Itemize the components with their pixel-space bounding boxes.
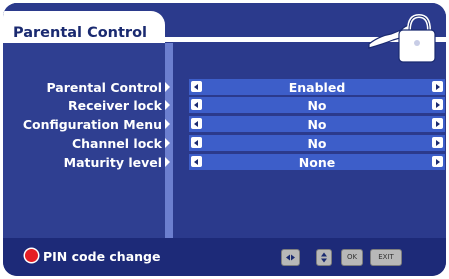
arrow-right-icon[interactable]	[432, 99, 443, 110]
setting-row-configuration-menu[interactable]: Configuration Menu No	[3, 116, 446, 133]
parental-control-screen: Parental Control Parental Control Enable…	[3, 3, 446, 276]
arrow-right-icon[interactable]	[432, 81, 443, 92]
red-button-icon[interactable]	[25, 249, 38, 262]
setting-value-field[interactable]: No	[189, 116, 445, 132]
arrow-right-icon[interactable]	[432, 156, 443, 167]
setting-value-field[interactable]: No	[189, 135, 445, 151]
setting-value-field[interactable]: No	[189, 97, 445, 113]
setting-value-field[interactable]: None	[189, 154, 445, 170]
up-down-keys-icon	[316, 249, 332, 266]
page-title: Parental Control	[13, 25, 148, 41]
setting-value: None	[298, 155, 336, 170]
row-pointer-icon	[165, 138, 170, 148]
setting-label: Receiver lock	[67, 98, 162, 113]
setting-value: No	[307, 136, 327, 151]
setting-label: Configuration Menu	[22, 117, 162, 132]
setting-value-field[interactable]: Enabled	[189, 79, 445, 95]
setting-row-parental-control[interactable]: Parental Control Enabled	[3, 79, 446, 96]
row-pointer-icon	[165, 157, 170, 167]
setting-row-receiver-lock[interactable]: Receiver lock No	[3, 97, 446, 114]
header-bar: Parental Control	[3, 3, 446, 63]
setting-label: Parental Control	[46, 80, 162, 95]
pin-change-label[interactable]: PIN code change	[43, 249, 160, 264]
setting-value: Enabled	[288, 80, 346, 95]
row-pointer-icon	[165, 82, 170, 92]
setting-row-channel-lock[interactable]: Channel lock No	[3, 135, 446, 152]
setting-label: Maturity level	[63, 155, 162, 170]
row-pointer-icon	[165, 100, 170, 110]
padlock-key-icon	[368, 13, 436, 63]
setting-row-maturity-level[interactable]: Maturity level None	[3, 154, 446, 171]
exit-key: EXIT	[370, 249, 402, 266]
setting-value: No	[307, 98, 327, 113]
row-pointer-icon	[165, 119, 170, 129]
arrow-right-icon[interactable]	[432, 137, 443, 148]
ok-key: OK	[341, 249, 363, 266]
title-box: Parental Control	[3, 11, 165, 43]
setting-label: Channel lock	[71, 136, 162, 151]
setting-value: No	[307, 117, 327, 132]
arrow-right-icon[interactable]	[432, 118, 443, 129]
left-right-keys-icon	[281, 249, 300, 266]
footer-bar: PIN code change OK EXIT	[3, 238, 446, 276]
